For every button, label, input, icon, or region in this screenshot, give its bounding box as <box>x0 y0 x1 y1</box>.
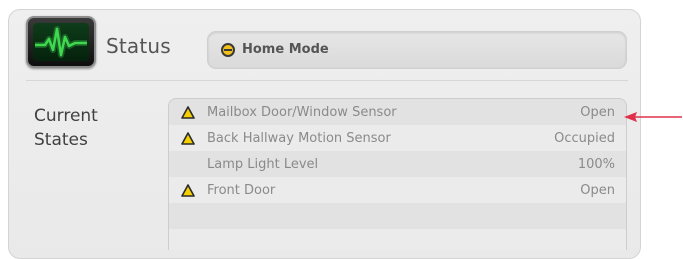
page-title: Status <box>106 34 171 58</box>
list-item: Front Door Open <box>169 177 626 203</box>
state-value: Open <box>580 105 615 120</box>
warning-triangle-icon <box>181 106 195 119</box>
list-item: Lamp Light Level 100% <box>169 151 626 177</box>
state-name: Back Hallway Motion Sensor <box>207 131 391 146</box>
state-value: Occupied <box>554 131 615 146</box>
warning-triangle-icon <box>181 184 195 197</box>
list-item-empty <box>169 203 626 229</box>
mode-indicator-icon <box>221 43 235 57</box>
warning-triangle-icon <box>181 132 195 145</box>
state-name: Lamp Light Level <box>207 157 319 172</box>
state-value: 100% <box>577 157 615 172</box>
red-arrow-icon <box>624 112 682 122</box>
list-item: Mailbox Door/Window Sensor Open <box>169 99 626 125</box>
state-name: Front Door <box>207 183 276 198</box>
list-item-empty <box>169 229 626 250</box>
state-name: Mailbox Door/Window Sensor <box>207 105 397 120</box>
current-states-label: Current States <box>34 106 98 150</box>
mode-selector[interactable]: Home Mode <box>207 31 627 69</box>
mode-label: Home Mode <box>242 42 329 57</box>
divider <box>26 80 628 81</box>
state-value: Open <box>580 183 615 198</box>
heartbeat-monitor-icon <box>26 16 96 68</box>
current-states-list: Mailbox Door/Window Sensor Open Back Hal… <box>168 98 627 250</box>
list-item: Back Hallway Motion Sensor Occupied <box>169 125 626 151</box>
